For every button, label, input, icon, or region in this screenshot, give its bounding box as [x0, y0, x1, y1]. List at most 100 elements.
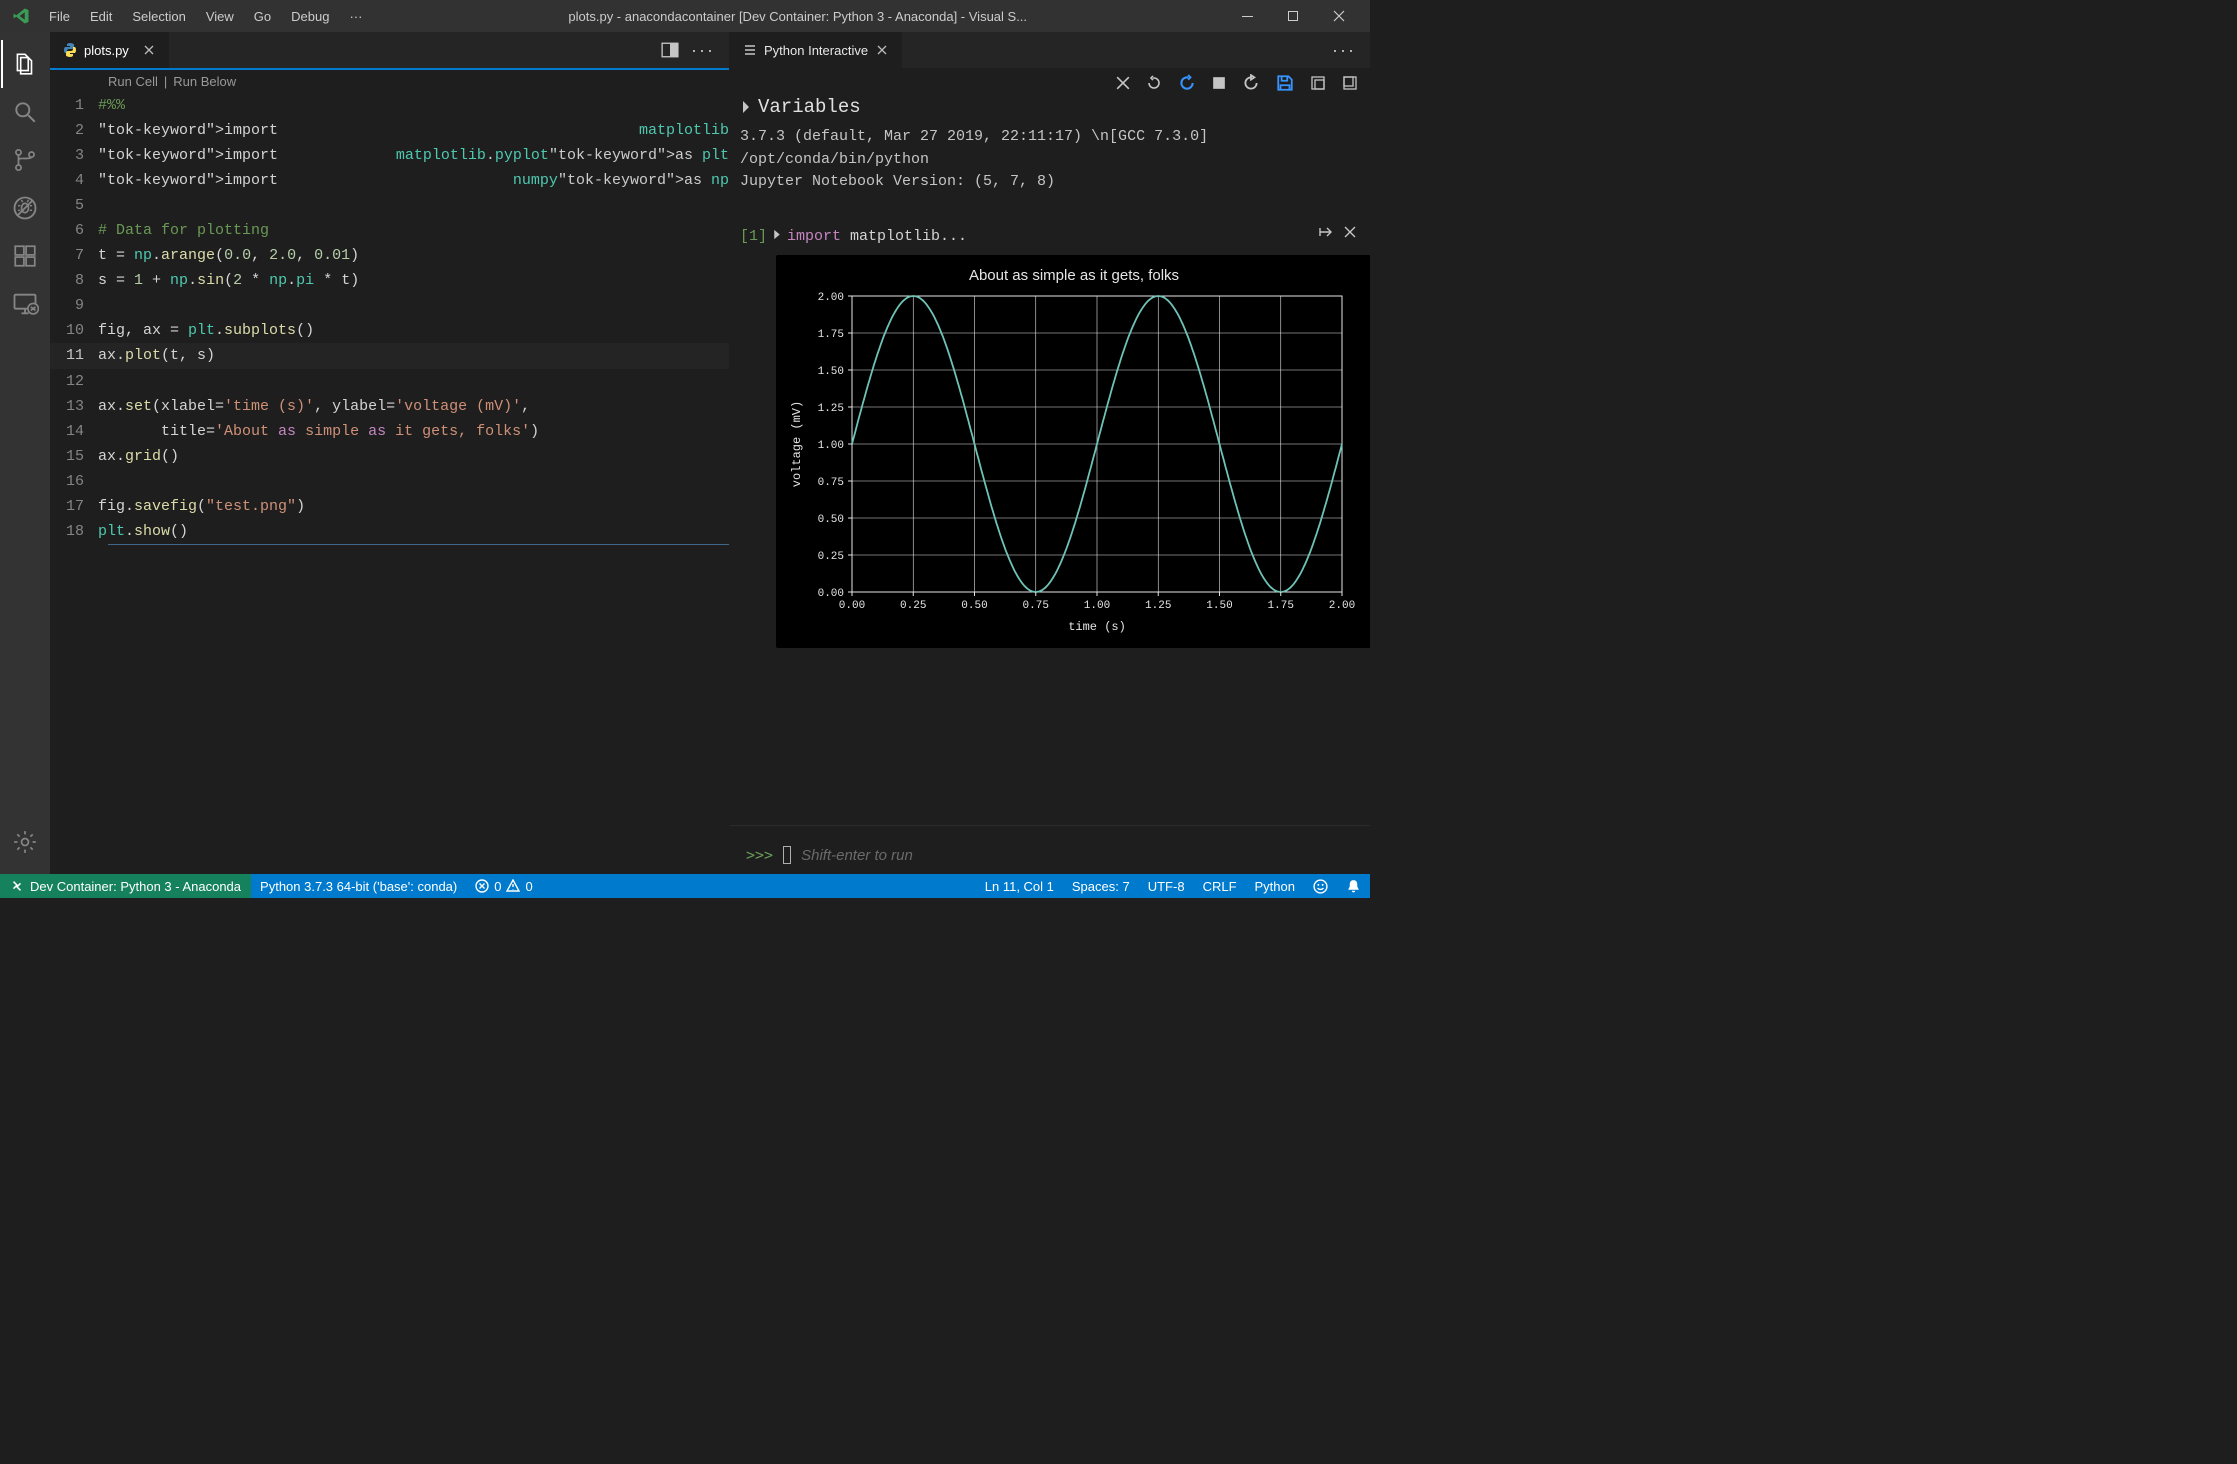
- code-line[interactable]: 8s = 1 + np.sin(2 * np.pi * t): [50, 268, 729, 293]
- svg-text:2.00: 2.00: [818, 292, 844, 304]
- title-bar: File Edit Selection View Go Debug ··· pl…: [0, 0, 1370, 32]
- status-python[interactable]: Python 3.7.3 64-bit ('base': conda): [251, 874, 466, 898]
- status-remote-label: Dev Container: Python 3 - Anaconda: [30, 879, 241, 894]
- activity-explorer[interactable]: [1, 40, 49, 88]
- svg-text:1.75: 1.75: [1268, 600, 1294, 612]
- redo-button[interactable]: [1146, 74, 1162, 92]
- status-feedback[interactable]: [1304, 874, 1337, 898]
- code-line[interactable]: 12: [50, 369, 729, 394]
- extensions-icon: [12, 243, 38, 269]
- menu-go[interactable]: Go: [245, 5, 280, 28]
- status-eol[interactable]: CRLF: [1194, 874, 1246, 898]
- tab-close-button[interactable]: [141, 42, 157, 58]
- code-editor[interactable]: 1#%%2"tok-keyword">import matplotlib3"to…: [50, 93, 729, 874]
- minimize-button[interactable]: [1224, 0, 1270, 32]
- input-cursor: [783, 846, 791, 864]
- svg-text:0.75: 0.75: [1023, 600, 1049, 612]
- status-problems[interactable]: 0 0: [466, 874, 541, 898]
- svg-text:2.00: 2.00: [1329, 600, 1355, 612]
- svg-text:1.00: 1.00: [1084, 600, 1110, 612]
- svg-text:1.25: 1.25: [818, 403, 844, 415]
- code-line[interactable]: 4"tok-keyword">import numpy "tok-keyword…: [50, 168, 729, 193]
- interactive-toolbar: [730, 68, 1370, 94]
- interactive-panel: Python Interactive ··· Variables 3.7.3 (…: [730, 32, 1370, 874]
- activity-settings[interactable]: [1, 818, 49, 866]
- codelens-run-cell[interactable]: Run Cell: [108, 74, 158, 89]
- plot-canvas: 0.000.250.500.751.001.251.501.752.000.00…: [782, 290, 1362, 638]
- close-icon: [1344, 226, 1356, 238]
- status-spaces[interactable]: Spaces: 7: [1063, 874, 1139, 898]
- code-line[interactable]: 6# Data for plotting: [50, 218, 729, 243]
- editor-more-button[interactable]: ···: [691, 40, 715, 61]
- codelens-run-below[interactable]: Run Below: [173, 74, 236, 89]
- save-button[interactable]: [1276, 74, 1294, 92]
- cell-index: [1]: [740, 228, 767, 245]
- tab-plots-py[interactable]: plots.py: [50, 32, 170, 68]
- menu-selection[interactable]: Selection: [123, 5, 194, 28]
- activity-bar: [0, 32, 50, 874]
- tab-close-button[interactable]: [874, 42, 890, 58]
- variables-header[interactable]: Variables: [740, 94, 1370, 126]
- code-line[interactable]: 17fig.savefig("test.png"): [50, 494, 729, 519]
- code-line[interactable]: 15ax.grid(): [50, 444, 729, 469]
- collapse-icon: [1342, 75, 1358, 91]
- status-remote[interactable]: Dev Container: Python 3 - Anaconda: [0, 874, 251, 898]
- code-line[interactable]: 9: [50, 293, 729, 318]
- tab-python-interactive[interactable]: Python Interactive: [730, 32, 903, 68]
- status-ln-col[interactable]: Ln 11, Col 1: [976, 874, 1063, 898]
- activity-search[interactable]: [1, 88, 49, 136]
- activity-extensions[interactable]: [1, 232, 49, 280]
- svg-text:1.50: 1.50: [1206, 600, 1232, 612]
- code-line[interactable]: 2"tok-keyword">import matplotlib: [50, 118, 729, 143]
- expand-button[interactable]: [1310, 74, 1326, 92]
- codelens-bar: Run Cell | Run Below: [50, 68, 729, 93]
- remote-icon: [10, 879, 24, 893]
- env-info: 3.7.3 (default, Mar 27 2019, 22:11:17) \…: [740, 126, 1370, 194]
- cancel-button[interactable]: [1116, 74, 1130, 92]
- code-line[interactable]: 7t = np.arange(0.0, 2.0, 0.01): [50, 243, 729, 268]
- codelens-separator: |: [164, 74, 167, 89]
- remote-explorer-icon: [11, 290, 39, 318]
- svg-text:0.75: 0.75: [818, 477, 844, 489]
- undo-button[interactable]: [1178, 74, 1196, 92]
- chevron-right-icon[interactable]: [773, 228, 781, 245]
- activity-remote[interactable]: [1, 280, 49, 328]
- bell-icon: [1346, 879, 1361, 894]
- split-icon: [661, 41, 679, 59]
- status-language[interactable]: Python: [1246, 874, 1304, 898]
- interactive-more-button[interactable]: ···: [1332, 40, 1356, 61]
- menu-debug[interactable]: Debug: [282, 5, 338, 28]
- menu-edit[interactable]: Edit: [81, 5, 121, 28]
- menu-more[interactable]: ···: [340, 5, 371, 28]
- code-line[interactable]: 5: [50, 193, 729, 218]
- code-line[interactable]: 16: [50, 469, 729, 494]
- code-line[interactable]: 11ax.plot(t, s): [50, 343, 729, 368]
- status-notifications[interactable]: [1337, 874, 1370, 898]
- vscode-logo-icon: [12, 7, 30, 25]
- status-encoding[interactable]: UTF-8: [1139, 874, 1194, 898]
- code-line[interactable]: 1#%%: [50, 93, 729, 118]
- svg-text:1.50: 1.50: [818, 366, 844, 378]
- activity-debug[interactable]: [1, 184, 49, 232]
- interrupt-button[interactable]: [1212, 74, 1226, 92]
- collapse-button[interactable]: [1342, 74, 1358, 92]
- menu-view[interactable]: View: [197, 5, 243, 28]
- cell-close-button[interactable]: [1344, 224, 1356, 240]
- maximize-button[interactable]: [1270, 0, 1316, 32]
- split-editor-button[interactable]: [661, 41, 679, 59]
- code-line[interactable]: 13ax.set(xlabel='time (s)', ylabel='volt…: [50, 394, 729, 419]
- code-line[interactable]: 18plt.show(): [50, 519, 729, 544]
- restart-button[interactable]: [1242, 74, 1260, 92]
- code-line[interactable]: 10fig, ax = plt.subplots(): [50, 318, 729, 343]
- activity-scm[interactable]: [1, 136, 49, 184]
- svg-text:1.25: 1.25: [1145, 600, 1171, 612]
- error-icon: [475, 879, 489, 893]
- code-line[interactable]: 3"tok-keyword">import matplotlib.pyplot …: [50, 143, 729, 168]
- goto-code-button[interactable]: [1318, 224, 1334, 240]
- menu-file[interactable]: File: [40, 5, 79, 28]
- interactive-prompt[interactable]: >>> Shift-enter to run: [730, 825, 1370, 874]
- expand-icon: [1310, 75, 1326, 91]
- close-button[interactable]: [1316, 0, 1362, 32]
- variables-label: Variables: [758, 96, 861, 118]
- code-line[interactable]: 14 title='About as simple as it gets, fo…: [50, 419, 729, 444]
